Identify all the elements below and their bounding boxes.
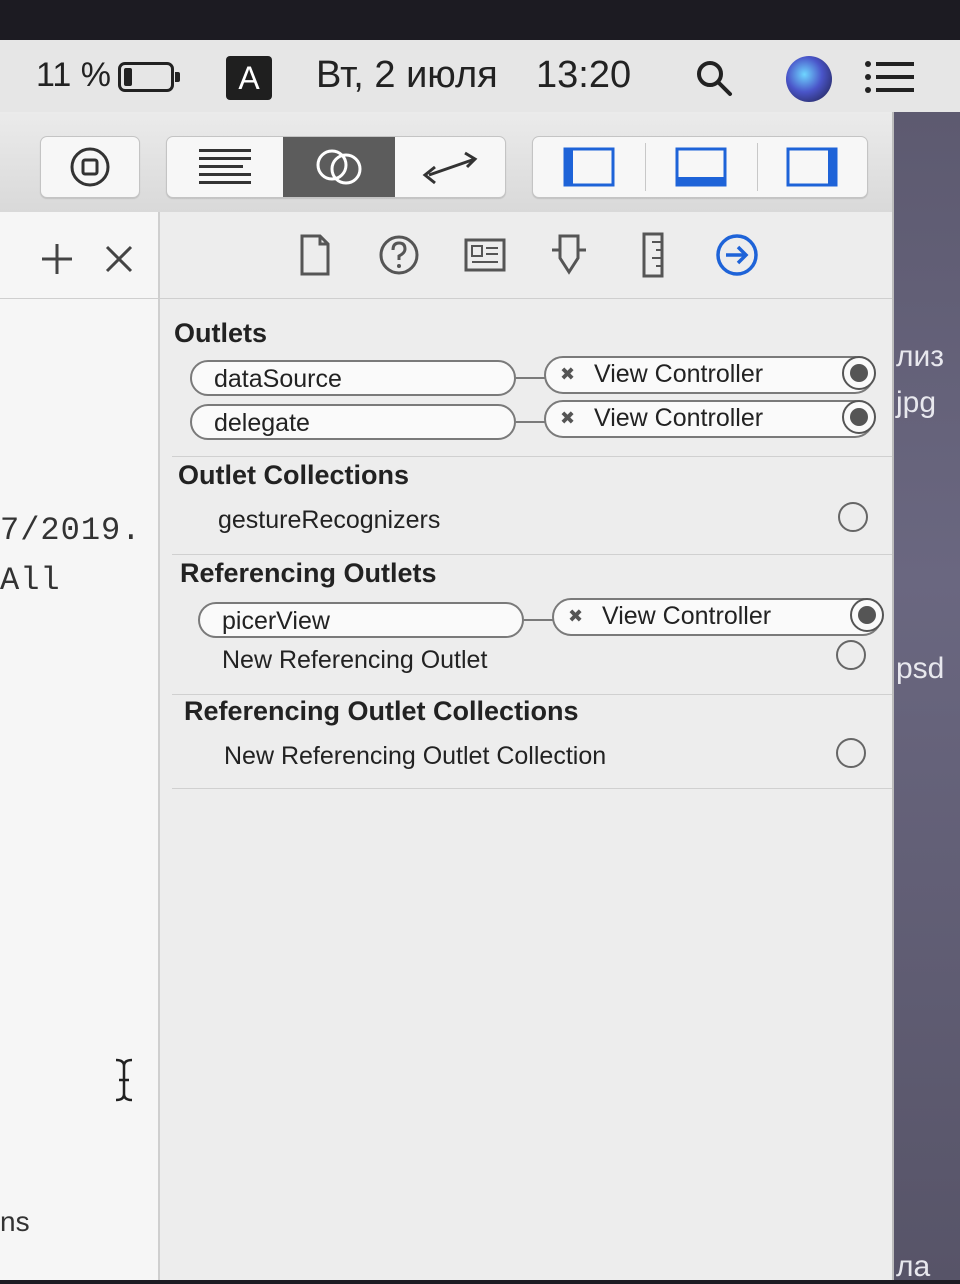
code-text: ns [0,1206,30,1237]
connected-circle-icon[interactable] [842,400,876,434]
version-editor-icon [422,151,478,185]
spotlight-search-icon[interactable] [694,58,734,98]
empty-connection-circle-icon[interactable] [836,738,866,768]
xcode-window: 7/2019. All ns Outlets dataSource ✖ View… [0,112,894,1280]
section-divider [172,554,892,555]
toggle-debug-area-button[interactable] [645,137,757,197]
navigator-panel-icon [563,147,615,187]
desktop-file-label[interactable]: лиз [896,340,944,374]
disconnect-icon[interactable]: ✖ [568,606,583,627]
quick-help-icon[interactable] [376,232,422,278]
section-divider [172,456,892,457]
outlets-heading: Outlets [174,318,268,348]
new-referencing-outlet-collection-label: New Referencing Outlet Collection [224,742,607,770]
size-inspector-icon[interactable] [630,232,676,278]
outlet-target: View Controller [594,404,764,432]
connected-circle-icon[interactable] [842,356,876,390]
referencing-outlets-heading: Referencing Outlets [180,558,437,588]
outlet-collection-name: gestureRecognizers [218,506,441,534]
connections-inspector: Outlets dataSource ✖ View Controller del… [160,212,892,1280]
siri-icon[interactable] [786,56,832,102]
version-editor-button[interactable] [395,137,505,197]
close-icon[interactable] [104,244,134,274]
desktop-file-label[interactable]: ла [896,1250,930,1284]
outlet-target-pill[interactable]: ✖ View Controller [544,400,876,438]
battery-icon[interactable] [118,62,180,92]
connection-line [516,421,546,423]
connections-inspector-icon[interactable] [714,232,760,278]
code-editor-pane[interactable]: 7/2019. All ns [0,212,160,1280]
inspector-tabs [160,212,892,299]
disconnect-icon[interactable]: ✖ [560,408,575,429]
outlet-name-pill[interactable]: dataSource [190,360,516,396]
toggle-navigator-button[interactable] [533,137,645,197]
desktop-file-label[interactable]: jpg [896,386,936,420]
connection-line [516,377,546,379]
outlet-target-pill[interactable]: ✖ View Controller [544,356,876,394]
referencing-outlet-target-pill[interactable]: ✖ View Controller [552,598,884,636]
panel-toggle-control[interactable] [532,136,868,198]
window-toolbar [0,112,892,213]
file-inspector-icon[interactable] [292,232,338,278]
code-text: All [0,562,61,599]
connection-line [524,619,554,621]
empty-connection-circle-icon[interactable] [838,502,868,532]
text-cursor-icon [115,1058,133,1102]
standard-editor-icon [199,149,251,184]
notification-center-icon[interactable] [864,60,916,94]
referencing-outlet-name-pill[interactable]: picerView [198,602,524,638]
toggle-utilities-button[interactable] [757,137,867,197]
standard-editor-button[interactable] [167,137,283,197]
debug-area-icon [675,147,727,187]
empty-connection-circle-icon[interactable] [836,640,866,670]
desktop-background: лиз jpg psd ла [890,112,960,1283]
outlet-name: dataSource [214,365,342,393]
outlet-name-pill[interactable]: delegate [190,404,516,440]
disconnect-icon[interactable]: ✖ [560,364,575,385]
section-divider [172,788,892,789]
menu-bar: 11 % A Вт, 2 июля 13:20 [0,40,960,112]
assistant-editor-icon [316,149,362,185]
editor-mode-control[interactable] [166,136,506,198]
new-referencing-outlet-label: New Referencing Outlet [222,646,488,674]
stop-button[interactable] [40,136,140,198]
outlet-name: delegate [214,409,310,437]
attributes-inspector-icon[interactable] [546,232,592,278]
outlet-target: View Controller [594,360,764,388]
code-text: 7/2019. [0,512,142,549]
editor-header [0,212,158,299]
referencing-outlet-collections-heading: Referencing Outlet Collections [184,696,579,726]
utilities-panel-icon [786,147,838,187]
section-divider [172,694,892,695]
stop-icon [70,147,110,187]
outlet-connection-row[interactable]: dataSource ✖ View Controller [190,356,876,400]
input-source-button[interactable]: A [226,56,272,100]
add-icon[interactable] [40,242,74,276]
outlet-connection-row[interactable]: delegate ✖ View Controller [190,400,876,444]
menubar-date[interactable]: Вт, 2 июля [316,54,498,97]
identity-inspector-icon[interactable] [462,232,508,278]
referencing-outlet-row[interactable]: picerView ✖ View Controller [198,598,884,642]
connected-circle-icon[interactable] [850,598,884,632]
outlet-collections-heading: Outlet Collections [178,460,410,490]
referencing-outlet-target: View Controller [602,602,772,630]
menubar-time[interactable]: 13:20 [536,54,631,97]
assistant-editor-button[interactable] [283,137,395,197]
referencing-outlet-name: picerView [222,607,330,635]
battery-percent: 11 % [36,56,111,94]
desktop-file-label[interactable]: psd [896,652,944,686]
